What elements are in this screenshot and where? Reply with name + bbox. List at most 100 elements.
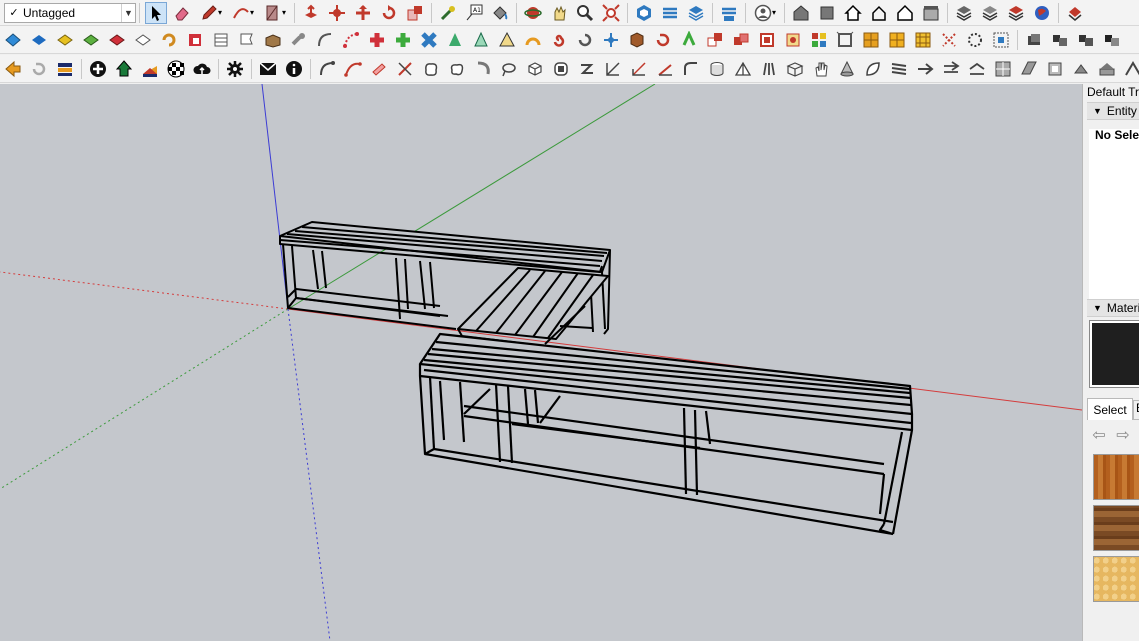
green-cut-icon[interactable]: [678, 29, 700, 51]
yellow-face-icon[interactable]: [54, 29, 76, 51]
flag-stack-icon[interactable]: [54, 58, 76, 80]
push-pull-icon[interactable]: [300, 2, 322, 24]
red-cross-icon[interactable]: [366, 29, 388, 51]
checker-ball-icon[interactable]: [165, 58, 187, 80]
cone-icon[interactable]: [836, 58, 858, 80]
solid-tools-icon[interactable]: [718, 2, 740, 24]
wave-icon[interactable]: [1122, 58, 1139, 80]
leaf-icon[interactable]: [862, 58, 884, 80]
tab-select[interactable]: Select: [1087, 398, 1133, 420]
material-thumbnail[interactable]: [1093, 556, 1139, 602]
red-loop-icon[interactable]: [652, 29, 674, 51]
blue-x-icon[interactable]: [418, 29, 440, 51]
blob-icon[interactable]: [420, 58, 442, 80]
blob-2-icon[interactable]: [446, 58, 468, 80]
node-curve-icon[interactable]: [340, 29, 362, 51]
collapse-triangle-icon[interactable]: ▼: [1093, 106, 1102, 116]
layers-icon[interactable]: [685, 2, 707, 24]
cloud-icon[interactable]: [191, 58, 213, 80]
tree-icon[interactable]: [113, 58, 135, 80]
rectangle-tool-icon[interactable]: ▾: [261, 2, 289, 24]
material-thumbnail[interactable]: [1093, 454, 1139, 500]
knife-icon[interactable]: [394, 58, 416, 80]
mail-icon[interactable]: [257, 58, 279, 80]
rotate-face-icon[interactable]: [158, 29, 180, 51]
rotate-icon[interactable]: [352, 2, 374, 24]
orange-grid-icon[interactable]: [860, 29, 882, 51]
red-cube-icon[interactable]: [730, 29, 752, 51]
cylinder-icon[interactable]: [706, 58, 728, 80]
red-diamond-icon[interactable]: [782, 29, 804, 51]
paint-bucket-icon[interactable]: [489, 2, 511, 24]
tent-icon[interactable]: [732, 58, 754, 80]
curve-icon[interactable]: [314, 29, 336, 51]
material-thumbnail[interactable]: [1093, 505, 1139, 551]
red-cube-2-icon[interactable]: [756, 29, 778, 51]
zoom-icon[interactable]: [574, 2, 596, 24]
text-tool-icon[interactable]: A1: [463, 2, 485, 24]
green-face-icon[interactable]: [80, 29, 102, 51]
move-arrows-icon[interactable]: [600, 29, 622, 51]
arrow-split-3-icon[interactable]: [966, 58, 988, 80]
lines-3-icon[interactable]: [758, 58, 780, 80]
rotate-arrow-icon[interactable]: [574, 29, 596, 51]
extension-icon[interactable]: [816, 2, 838, 24]
ext-red-icon[interactable]: [1064, 2, 1086, 24]
pencil-line-icon[interactable]: ▾: [197, 2, 225, 24]
tile-2-icon[interactable]: [1018, 58, 1040, 80]
forward-arrow-icon[interactable]: ⇨: [1113, 425, 1133, 445]
orbit-icon[interactable]: [522, 2, 544, 24]
tab-edit[interactable]: E: [1133, 400, 1139, 420]
stack-2-icon[interactable]: [979, 2, 1001, 24]
hand-icon[interactable]: [810, 58, 832, 80]
back-arrow-icon[interactable]: ⇦: [1089, 425, 1109, 445]
hook-icon[interactable]: [472, 58, 494, 80]
angle-icon[interactable]: [628, 58, 650, 80]
plus-circle-icon[interactable]: [87, 58, 109, 80]
entity-info-header[interactable]: ▼ Entity Info: [1087, 102, 1139, 120]
stack-lines-icon[interactable]: [888, 58, 910, 80]
select-tool-icon[interactable]: [145, 1, 167, 24]
grid-3d-icon[interactable]: [784, 58, 806, 80]
eraser-icon[interactable]: [171, 2, 193, 24]
arrow-back-icon[interactable]: [1070, 58, 1092, 80]
paint-icon[interactable]: [368, 58, 390, 80]
chevron-down-icon[interactable]: ▼: [121, 3, 135, 22]
dark-cube-icon[interactable]: [1023, 29, 1045, 51]
slash-line-icon[interactable]: [602, 58, 624, 80]
orange-grid-3-icon[interactable]: [912, 29, 934, 51]
red-curve-icon[interactable]: [342, 58, 364, 80]
scale-icon[interactable]: [378, 2, 400, 24]
warehouse-icon[interactable]: [790, 2, 812, 24]
blue-plane-icon[interactable]: [2, 29, 24, 51]
offset-icon[interactable]: [404, 2, 426, 24]
red-face-icon[interactable]: [106, 29, 128, 51]
materials-header[interactable]: ▼ Materials: [1087, 299, 1139, 317]
tag-selector[interactable]: ✓ Untagged ▼: [4, 2, 136, 23]
red-square-icon[interactable]: [184, 29, 206, 51]
green-cone-icon[interactable]: [444, 29, 466, 51]
zoom-extents-icon[interactable]: [600, 2, 622, 24]
red-slash-icon[interactable]: [654, 58, 676, 80]
components-icon[interactable]: [633, 2, 655, 24]
grid-tile-icon[interactable]: [808, 29, 830, 51]
orange-arrows-icon[interactable]: [2, 58, 24, 80]
dark-cubes-icon[interactable]: [1049, 29, 1071, 51]
arrow-split-2-icon[interactable]: [940, 58, 962, 80]
box-open-icon[interactable]: [262, 29, 284, 51]
orange-grid-2-icon[interactable]: [886, 29, 908, 51]
cone-outline-icon[interactable]: [470, 29, 492, 51]
house-outline-icon[interactable]: [868, 2, 890, 24]
wrench-icon[interactable]: [288, 29, 310, 51]
sandbox-icon[interactable]: [659, 2, 681, 24]
dotted-circle-icon[interactable]: [964, 29, 986, 51]
current-material-swatch[interactable]: [1089, 320, 1139, 388]
arc-tool-icon[interactable]: ▾: [229, 2, 257, 24]
box-3d-icon[interactable]: [524, 58, 546, 80]
refresh-icon[interactable]: [28, 58, 50, 80]
home-icon[interactable]: [842, 2, 864, 24]
blue-face-icon[interactable]: [28, 29, 50, 51]
flag-icon[interactable]: [236, 29, 258, 51]
frame-icon[interactable]: [834, 29, 856, 51]
spiral-icon[interactable]: [548, 29, 570, 51]
